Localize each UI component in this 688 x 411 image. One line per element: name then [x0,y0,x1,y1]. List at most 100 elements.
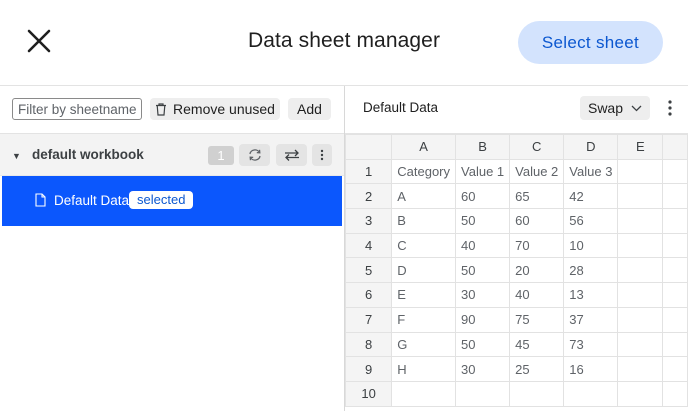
grid-cell[interactable] [509,380,565,407]
grid-cell[interactable] [662,282,688,308]
grid-cell[interactable] [662,158,688,185]
filter-sheetname-input[interactable] [12,98,142,120]
grid-cell[interactable]: 25 [509,356,565,382]
grid-cell[interactable]: H [391,356,457,382]
grid-cell[interactable]: 60 [455,183,511,210]
grid-cell[interactable]: E [391,282,457,308]
caret-down-icon[interactable]: ▼ [12,151,21,161]
grid-cell[interactable]: 75 [509,306,565,333]
grid-cell[interactable] [617,282,664,308]
row-header[interactable]: 10 [344,380,393,407]
row-header[interactable]: 8 [344,331,393,358]
grid-cell[interactable] [617,257,664,284]
grid-cell[interactable]: 16 [563,356,619,382]
grid-cell[interactable]: Value 2 [509,158,565,185]
spreadsheet-grid[interactable]: A B C D E 1 Category Value 1 Value 2 Value 3 2 A 60 6… [344,134,688,407]
grid-cell[interactable] [455,380,511,407]
grid-cell[interactable]: 50 [455,208,511,234]
grid-cell[interactable] [617,306,664,333]
grid-cell[interactable] [617,331,664,358]
grid-cell[interactable] [617,232,664,259]
add-sheet-button[interactable]: Add [288,98,331,120]
row-header[interactable]: 4 [344,232,393,259]
grid-cell[interactable]: 65 [509,183,565,210]
table-row: 7 F 90 75 37 [344,306,688,333]
more-vert-icon [668,100,672,116]
row-header[interactable]: 2 [344,183,393,210]
swap-dropdown-button[interactable]: Swap [580,96,650,120]
grid-cell[interactable]: 13 [563,282,619,308]
row-header[interactable]: 1 [344,158,393,185]
preview-sheet-title: Default Data [363,100,439,115]
preview-more-button[interactable] [660,98,680,118]
grid-cell[interactable]: G [391,331,457,358]
grid-cell[interactable]: F [391,306,457,333]
row-header[interactable]: 9 [344,356,393,382]
grid-cell[interactable]: Value 1 [455,158,511,185]
select-sheet-button[interactable]: Select sheet [518,21,663,64]
grid-cell[interactable] [662,208,688,234]
selected-badge: selected [129,191,194,209]
row-header[interactable]: 3 [344,208,393,234]
grid-cell[interactable]: 60 [509,208,565,234]
grid-cell[interactable]: 50 [455,331,511,358]
grid-cell[interactable]: 73 [563,331,619,358]
table-row: 3 B 50 60 56 [344,208,688,234]
row-header[interactable]: 7 [344,306,393,333]
grid-cell[interactable]: 28 [563,257,619,284]
grid-cell[interactable]: 37 [563,306,619,333]
grid-cell[interactable]: 10 [563,232,619,259]
grid-cell[interactable] [617,356,664,382]
grid-cell[interactable]: Value 3 [563,158,619,185]
swap-arrows-icon [284,149,299,161]
grid-cell[interactable] [391,380,457,407]
grid-cell[interactable] [662,257,688,284]
column-header-d[interactable]: D [563,134,619,160]
grid-cell[interactable] [662,183,688,210]
sheet-item-default-data[interactable]: Default Data selected [2,176,342,226]
grid-cell[interactable] [617,183,664,210]
grid-corner[interactable] [344,134,393,160]
grid-cell[interactable]: 45 [509,331,565,358]
grid-cell[interactable]: 30 [455,282,511,308]
grid-cell[interactable]: 70 [509,232,565,259]
column-header-overflow[interactable] [662,134,688,160]
grid-cell[interactable]: 42 [563,183,619,210]
chevron-down-icon [631,105,642,111]
grid-cell[interactable] [563,380,619,407]
grid-cell[interactable] [662,306,688,333]
grid-cell[interactable]: 40 [509,282,565,308]
table-row: 2 A 60 65 42 [344,183,688,210]
row-header[interactable]: 6 [344,282,393,308]
grid-cell[interactable] [662,331,688,358]
grid-cell[interactable]: 40 [455,232,511,259]
grid-cell[interactable] [662,356,688,382]
column-header-row: ABCDE [344,134,688,160]
grid-cell[interactable]: 90 [455,306,511,333]
column-header-a[interactable]: A [391,134,457,160]
grid-cell[interactable] [617,208,664,234]
grid-cell[interactable] [662,232,688,259]
swap-workbook-button[interactable] [276,144,307,166]
grid-cell[interactable] [617,158,664,185]
sync-icon [248,149,261,161]
grid-cell[interactable]: 56 [563,208,619,234]
remove-unused-button[interactable]: Remove unused [150,98,280,120]
grid-cell[interactable]: 20 [509,257,565,284]
sync-workbook-button[interactable] [239,144,270,166]
grid-cell[interactable]: D [391,257,457,284]
grid-cell[interactable]: 30 [455,356,511,382]
workbook-more-button[interactable] [312,144,332,166]
grid-cell[interactable] [617,380,664,407]
row-header[interactable]: 5 [344,257,393,284]
column-header-e[interactable]: E [617,134,664,160]
grid-cell[interactable]: C [391,232,457,259]
grid-cell[interactable]: 50 [455,257,511,284]
column-header-b[interactable]: B [455,134,511,160]
grid-cell[interactable]: Category [391,158,457,185]
column-header-c[interactable]: C [509,134,565,160]
grid-cell[interactable] [662,380,688,407]
workbook-row[interactable]: ▼ default workbook 1 [0,134,344,176]
grid-cell[interactable]: A [391,183,457,210]
grid-cell[interactable]: B [391,208,457,234]
